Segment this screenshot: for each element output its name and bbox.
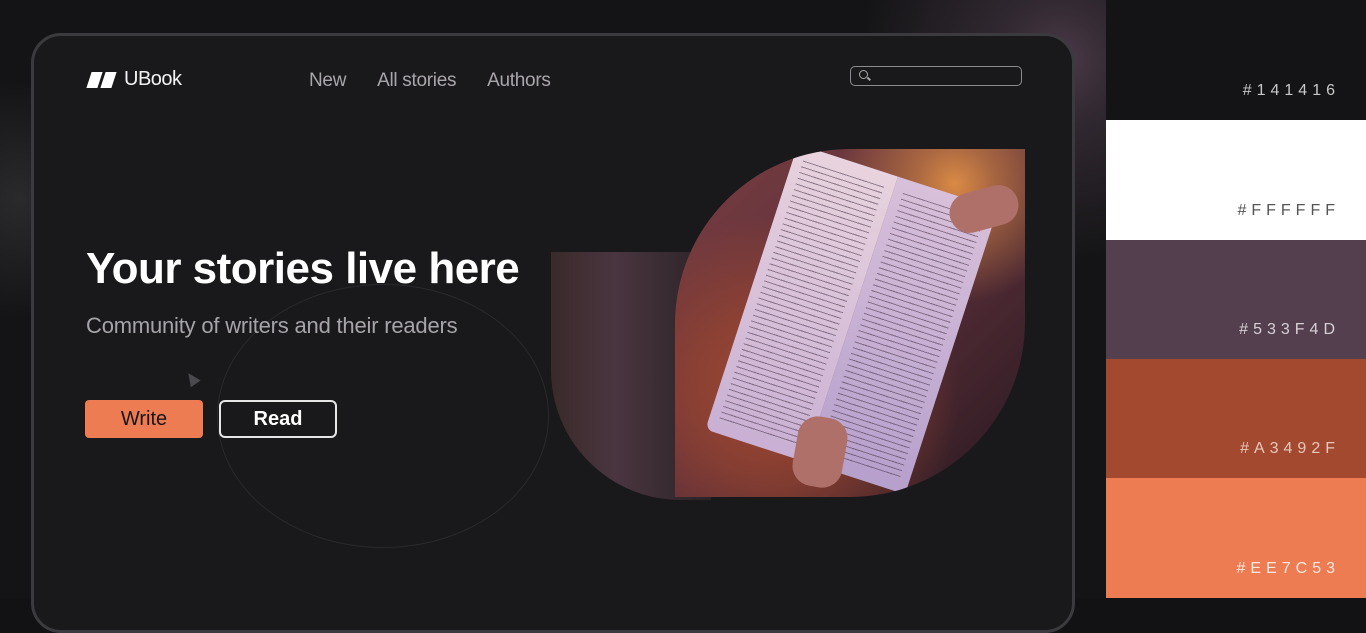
read-button[interactable]: Read	[219, 400, 337, 438]
brand-name: UBook	[124, 68, 182, 90]
ubook-logo-icon	[86, 70, 120, 90]
brand-logo[interactable]: UBook	[86, 68, 182, 91]
swatch-ffffff: #FFFFFF	[1106, 120, 1366, 240]
swatch-label: #FFFFFF	[1237, 202, 1340, 219]
nav-item-authors[interactable]: Authors	[487, 70, 551, 92]
search-input[interactable]	[875, 67, 1019, 85]
swatch-label: #A3492F	[1240, 440, 1340, 457]
search-box[interactable]	[850, 66, 1022, 86]
swatch-label: #141416	[1242, 82, 1340, 99]
main-nav: New All stories Authors	[309, 70, 582, 92]
mouse-cursor-icon	[183, 369, 201, 388]
swatch-label: #533F4D	[1239, 321, 1340, 338]
write-button[interactable]: Write	[85, 400, 203, 438]
hero-title: Your stories live here	[86, 244, 520, 293]
nav-item-all-stories[interactable]: All stories	[377, 70, 456, 92]
swatch-533f4d: #533F4D	[1106, 240, 1366, 359]
swatch-ee7c53: #EE7C53	[1106, 478, 1366, 598]
swatch-label: #EE7C53	[1236, 560, 1340, 577]
search-icon	[859, 70, 868, 79]
browser-frame: UBook New All stories Authors Your stori…	[31, 33, 1075, 633]
hero-image-open-book	[675, 149, 1025, 497]
nav-item-new[interactable]: New	[309, 70, 346, 92]
swatch-141416: #141416	[1106, 0, 1366, 120]
hand-illustration	[945, 180, 1023, 238]
color-palette: #141416 #FFFFFF #533F4D #A3492F #EE7C53	[1106, 0, 1366, 598]
hero-subtitle: Community of writers and their readers	[86, 313, 458, 338]
swatch-a3492f: #A3492F	[1106, 359, 1366, 478]
